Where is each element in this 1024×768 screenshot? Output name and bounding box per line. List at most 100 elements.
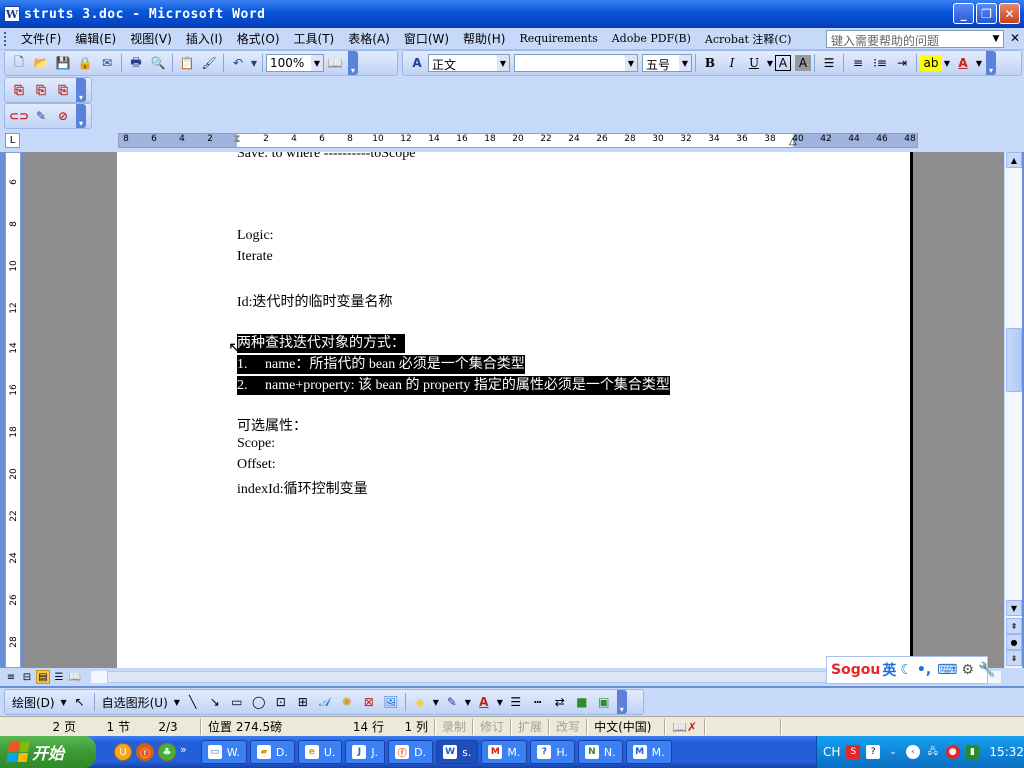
input-language[interactable]: CH: [823, 745, 840, 759]
chevron-down-icon[interactable]: ▼: [59, 691, 69, 713]
vertical-scrollbar[interactable]: ▲ ▼ ⇞ ● ⇟: [1004, 152, 1022, 668]
sogou-tray-icon[interactable]: S: [846, 745, 861, 759]
shadow-style-icon[interactable]: ■: [571, 691, 593, 713]
wrench-icon[interactable]: 🔧: [978, 662, 995, 678]
indent-marker-icon[interactable]: ⧗: [233, 132, 241, 146]
next-page-icon[interactable]: ⇟: [1006, 650, 1022, 666]
quick-launch-firefox-icon[interactable]: ⓕ: [136, 743, 154, 761]
scroll-down-icon[interactable]: ▼: [1006, 600, 1022, 616]
word-app-icon[interactable]: W: [4, 6, 20, 22]
horizontal-ruler[interactable]: 8 6 4 2 2 4 6 8 10 12 14 16 18 20 22 24 …: [118, 132, 918, 148]
antivirus-icon[interactable]: ●: [945, 745, 960, 759]
menu-tools[interactable]: 工具(T): [287, 30, 342, 47]
bold-button[interactable]: B: [699, 52, 721, 74]
doc-line[interactable]: Iterate: [237, 249, 273, 265]
comment-delete-icon[interactable]: ⊘: [52, 105, 74, 127]
doc-line-selected[interactable]: 1. name：所指代的 bean 必须是一个集合类型: [237, 353, 525, 374]
taskbar-item[interactable]: ▭ W.: [200, 740, 247, 764]
convert-and-review-icon[interactable]: ⎘: [52, 79, 74, 101]
menu-view[interactable]: 视图(V): [123, 30, 179, 47]
menu-acrobat-comments[interactable]: Acrobat 注释(C): [698, 31, 799, 47]
undo-icon[interactable]: ↶: [227, 52, 249, 74]
start-button[interactable]: 开始: [0, 736, 96, 768]
outline-view-icon[interactable]: ☰: [52, 670, 66, 684]
highlight-chevron-down-icon[interactable]: ▼: [942, 52, 952, 74]
document-page[interactable]: Save: to where ----------toScope Logic: …: [117, 152, 913, 668]
quick-launch-messenger-icon[interactable]: ♣: [158, 743, 176, 761]
chevron-down-icon[interactable]: ▼: [311, 55, 323, 71]
menu-table[interactable]: 表格(A): [341, 30, 397, 47]
chevron-down-icon[interactable]: ▼: [679, 55, 691, 71]
paste-icon[interactable]: 📋: [176, 52, 198, 74]
previous-page-icon[interactable]: ⇞: [1006, 618, 1022, 634]
quick-launch-more-icon[interactable]: »: [180, 743, 187, 761]
diagram-icon[interactable]: ✺: [336, 691, 358, 713]
status-record[interactable]: 录制: [436, 718, 472, 735]
dash-style-icon[interactable]: ┅: [527, 691, 549, 713]
rectangle-icon[interactable]: ▭: [226, 691, 248, 713]
toolbar-options-icon[interactable]: ▾: [348, 51, 358, 75]
monitor-icon[interactable]: ▮: [965, 745, 980, 759]
chevron-down-icon[interactable]: ▼: [172, 691, 182, 713]
chevron-down-icon[interactable]: ▼: [625, 55, 637, 71]
underline-chevron-down-icon[interactable]: ▼: [765, 52, 775, 74]
taskbar-item[interactable]: J J.: [345, 740, 386, 764]
style-select[interactable]: 正文 ▼: [428, 54, 510, 72]
italic-button[interactable]: I: [721, 52, 743, 74]
close-button[interactable]: ✕: [999, 3, 1020, 24]
help-tray-icon[interactable]: ?: [866, 745, 881, 759]
maximize-button[interactable]: ❐: [976, 3, 997, 24]
line-icon[interactable]: ╲: [182, 691, 204, 713]
zoom-select[interactable]: 100% ▼: [266, 54, 324, 72]
taskbar-item[interactable]: ⓕ D.: [388, 740, 434, 764]
toolbar-options-icon[interactable]: ▾: [616, 690, 627, 714]
chevron-down-icon[interactable]: ▼: [431, 691, 441, 713]
styles-pane-icon[interactable]: A: [406, 52, 428, 74]
toolbar-options-icon[interactable]: ▾: [76, 104, 86, 128]
menu-window[interactable]: 窗口(W): [397, 30, 456, 47]
save-icon[interactable]: 💾: [52, 52, 74, 74]
convert-to-pdf-icon[interactable]: ⎘: [8, 79, 30, 101]
keyboard-icon[interactable]: ⌨: [937, 662, 957, 678]
toolbar-options-icon[interactable]: ▾: [986, 51, 996, 75]
toolbar-options-icon[interactable]: ▾: [76, 78, 86, 102]
taskbar-item[interactable]: M M.: [625, 740, 672, 764]
doc-line[interactable]: 可选属性：: [237, 415, 307, 435]
font-select[interactable]: ▼: [514, 54, 638, 72]
menu-format[interactable]: 格式(O): [230, 30, 287, 47]
tab-selector[interactable]: L: [5, 133, 20, 148]
permission-icon[interactable]: 🔒: [74, 52, 96, 74]
status-track-changes[interactable]: 修订: [474, 718, 510, 735]
align-justify-icon[interactable]: ☰: [818, 52, 840, 74]
normal-view-icon[interactable]: ≡: [4, 670, 18, 684]
arrow-icon[interactable]: ↘: [204, 691, 226, 713]
menu-adobe-pdf[interactable]: Adobe PDF(B): [605, 32, 698, 45]
clock[interactable]: 15:32: [989, 745, 1024, 759]
status-extend[interactable]: 扩展: [512, 718, 548, 735]
sogou-ime-bar[interactable]: Sogou 英 ☾ •, ⌨ ⚙ 🔧: [826, 656, 995, 684]
char-shading-button[interactable]: A: [795, 55, 811, 71]
moon-icon[interactable]: ☾: [900, 662, 913, 678]
minimize-button[interactable]: _: [953, 3, 974, 24]
menu-requirements[interactable]: Requirements: [512, 32, 604, 45]
format-painter-icon[interactable]: 🖌: [198, 52, 220, 74]
doc-line[interactable]: Offset:: [237, 457, 276, 473]
doc-line-selected[interactable]: 2. name+property: 该 bean 的 property 指定的属…: [237, 374, 670, 395]
clip-art-icon[interactable]: ⊠: [358, 691, 380, 713]
network-icon[interactable]: 🖧: [926, 745, 940, 759]
autoshapes-menu-button[interactable]: 自选图形(U): [98, 694, 172, 711]
toolbox-icon[interactable]: ⚙: [961, 662, 974, 678]
draw-menu-button[interactable]: 绘图(D): [8, 694, 59, 711]
select-browse-object-icon[interactable]: ●: [1006, 634, 1022, 650]
scroll-up-icon[interactable]: ▲: [1006, 152, 1022, 168]
undo-chevron-down-icon[interactable]: ▼: [249, 52, 259, 74]
menu-insert[interactable]: 插入(I): [179, 30, 230, 47]
print-preview-icon[interactable]: 🔍: [147, 52, 169, 74]
taskbar-item[interactable]: N N.: [577, 740, 623, 764]
highlight-icon[interactable]: ab: [920, 55, 942, 71]
help-search-input[interactable]: 键入需要帮助的问题 ▼: [826, 30, 1004, 48]
taskbar-item[interactable]: ▰ D.: [249, 740, 295, 764]
doc-line[interactable]: Id:迭代时的临时变量名称: [237, 291, 393, 311]
line-color-icon[interactable]: ✎: [441, 691, 463, 713]
taskbar-item[interactable]: ? H.: [530, 740, 575, 764]
